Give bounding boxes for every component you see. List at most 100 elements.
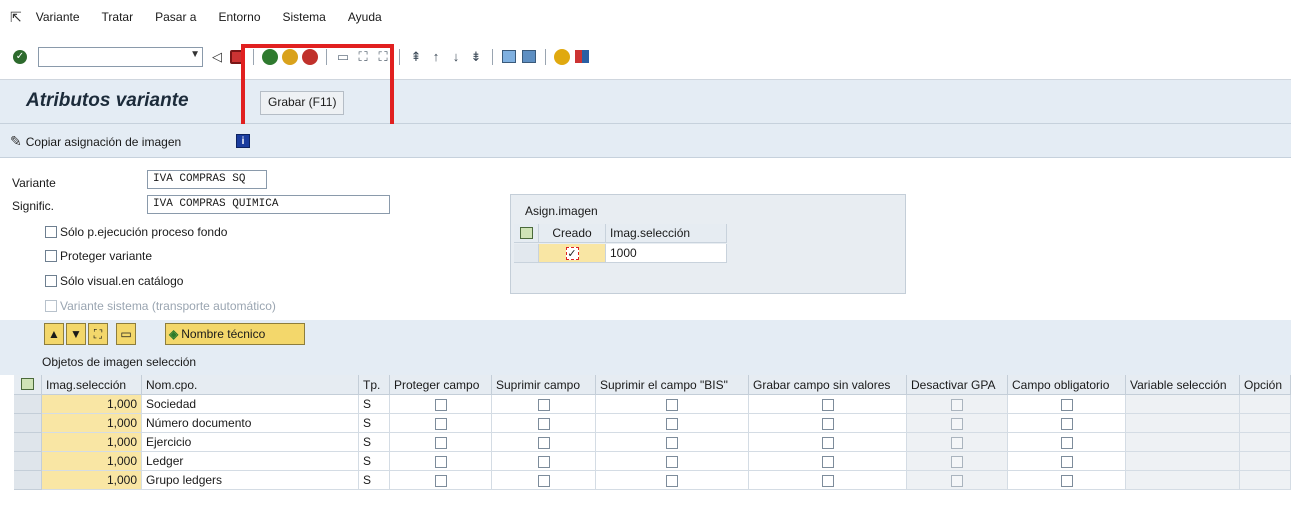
- meaning-field[interactable]: IVA COMPRAS QUIMICA: [147, 195, 390, 214]
- required-field-checkbox[interactable]: [1060, 475, 1073, 487]
- hide-field-bis-checkbox[interactable]: [666, 418, 678, 430]
- screen-cell[interactable]: 1,000: [42, 433, 142, 452]
- row-selector[interactable]: [514, 244, 539, 263]
- disable-gpa-cell: [907, 414, 1008, 433]
- protect-field-checkbox[interactable]: [434, 437, 447, 449]
- column-protect-field[interactable]: Proteger campo: [390, 375, 492, 395]
- save-without-values-checkbox[interactable]: [821, 399, 834, 411]
- protect-field-cell: [390, 452, 492, 471]
- disable-gpa-cell: [907, 471, 1008, 490]
- checkbox-protect-variant[interactable]: Proteger variante: [45, 249, 152, 263]
- required-field-checkbox[interactable]: [1060, 456, 1073, 468]
- column-disable-gpa[interactable]: Desactivar GPA: [907, 375, 1008, 395]
- shortcut-icon[interactable]: [520, 48, 538, 66]
- created-cell[interactable]: ✓: [539, 244, 606, 263]
- hide-field-checkbox[interactable]: [537, 475, 550, 487]
- save-without-values-checkbox[interactable]: [821, 418, 834, 430]
- protect-field-checkbox[interactable]: [434, 418, 447, 430]
- checkbox-checked[interactable]: ✓: [565, 247, 579, 260]
- save-without-values-checkbox[interactable]: [821, 437, 834, 449]
- row-selector[interactable]: [14, 471, 42, 490]
- print-icon[interactable]: ▭: [116, 323, 136, 345]
- screen-cell[interactable]: 1,000: [42, 452, 142, 471]
- row-selector[interactable]: [14, 433, 42, 452]
- screen-assignment-title: Asign.imagen: [525, 204, 598, 218]
- hide-field-bis-checkbox[interactable]: [666, 399, 678, 411]
- technical-name-button[interactable]: ◈ Nombre técnico: [165, 323, 305, 345]
- menu-variante[interactable]: Variante: [36, 10, 80, 24]
- screen-cell[interactable]: 1000: [606, 244, 727, 263]
- help-icon[interactable]: [553, 48, 571, 66]
- enter-check-icon[interactable]: ✓: [11, 48, 29, 66]
- variant-field[interactable]: IVA COMPRAS SQ: [147, 170, 267, 189]
- hide-field-bis-checkbox[interactable]: [666, 475, 678, 487]
- column-option[interactable]: Opción: [1240, 375, 1291, 395]
- disable-gpa-cell: [907, 395, 1008, 414]
- protect-field-checkbox[interactable]: [434, 399, 447, 411]
- title-bar: [0, 80, 1291, 124]
- row-selector[interactable]: [14, 395, 42, 414]
- column-required-field[interactable]: Campo obligatorio: [1008, 375, 1126, 395]
- checkbox[interactable]: [45, 250, 57, 262]
- checkbox[interactable]: [45, 226, 57, 238]
- required-field-checkbox[interactable]: [1060, 399, 1073, 411]
- required-field-checkbox[interactable]: [1060, 437, 1073, 449]
- checkbox[interactable]: [45, 275, 57, 287]
- column-screen[interactable]: Imag.selección: [42, 375, 142, 395]
- hide-field-bis-checkbox[interactable]: [666, 437, 678, 449]
- menu-exit-icon[interactable]: ⇱: [10, 9, 22, 26]
- hide-field-bis-cell: [596, 433, 749, 452]
- info-icon[interactable]: i: [236, 134, 250, 148]
- menu-ayuda[interactable]: Ayuda: [348, 10, 382, 24]
- menu-tratar[interactable]: Tratar: [102, 10, 134, 24]
- select-all-icon[interactable]: [14, 375, 42, 395]
- checkbox-catalog-only[interactable]: Sólo visual.en catálogo: [45, 274, 183, 288]
- meaning-label: Signific.: [12, 199, 55, 213]
- next-page-icon[interactable]: ↓: [447, 48, 465, 66]
- column-created[interactable]: Creado: [539, 224, 606, 243]
- save-without-values-checkbox[interactable]: [821, 456, 834, 468]
- first-page-icon[interactable]: ⇞: [407, 48, 425, 66]
- last-page-icon[interactable]: ⇟: [467, 48, 485, 66]
- column-field-name[interactable]: Nom.cpo.: [142, 375, 359, 395]
- select-all-icon[interactable]: [514, 224, 539, 243]
- column-selection-variable[interactable]: Variable selección: [1126, 375, 1240, 395]
- column-type[interactable]: Tp.: [359, 375, 390, 395]
- layout-icon[interactable]: [573, 48, 591, 66]
- chevron-down-icon[interactable]: ▼: [190, 49, 200, 60]
- page-title: Atributos variante: [26, 90, 189, 111]
- copy-screen-assignment-button[interactable]: ✎ Copiar asignación de imagen: [10, 133, 181, 150]
- previous-page-icon[interactable]: ↑: [427, 48, 445, 66]
- command-field[interactable]: ▼: [38, 46, 203, 67]
- row-selector[interactable]: [14, 414, 42, 433]
- required-field-cell: [1008, 471, 1126, 490]
- find-icon[interactable]: ⛶: [88, 323, 108, 345]
- hide-field-checkbox[interactable]: [537, 418, 550, 430]
- filter-icon[interactable]: ▼: [66, 323, 86, 345]
- protect-field-checkbox[interactable]: [434, 456, 447, 468]
- hide-field-checkbox[interactable]: [537, 456, 550, 468]
- hide-field-checkbox[interactable]: [537, 437, 550, 449]
- hide-field-bis-checkbox[interactable]: [666, 456, 678, 468]
- required-field-checkbox[interactable]: [1060, 418, 1073, 430]
- new-session-icon[interactable]: [500, 48, 518, 66]
- menu-sistema[interactable]: Sistema: [283, 10, 326, 24]
- menu-entorno[interactable]: Entorno: [218, 10, 260, 24]
- disable-gpa-checkbox: [951, 399, 963, 411]
- column-hide-field-bis[interactable]: Suprimir el campo "BIS": [596, 375, 749, 395]
- screen-cell[interactable]: 1,000: [42, 471, 142, 490]
- save-without-values-checkbox[interactable]: [821, 475, 834, 487]
- column-hide-field[interactable]: Suprimir campo: [492, 375, 596, 395]
- protect-field-checkbox[interactable]: [434, 475, 447, 487]
- screen-cell[interactable]: 1,000: [42, 414, 142, 433]
- column-screen[interactable]: Imag.selección: [606, 224, 727, 243]
- required-field-cell: [1008, 414, 1126, 433]
- screen-cell[interactable]: 1,000: [42, 395, 142, 414]
- menu-pasar-a[interactable]: Pasar a: [155, 10, 196, 24]
- scroll-left-icon[interactable]: ◁: [208, 48, 226, 66]
- row-selector[interactable]: [14, 452, 42, 471]
- column-save-without-values[interactable]: Grabar campo sin valores: [749, 375, 907, 395]
- checkbox-background-only[interactable]: Sólo p.ejecución proceso fondo: [45, 225, 227, 239]
- hide-field-checkbox[interactable]: [537, 399, 550, 411]
- select-block-icon[interactable]: ▲: [44, 323, 64, 345]
